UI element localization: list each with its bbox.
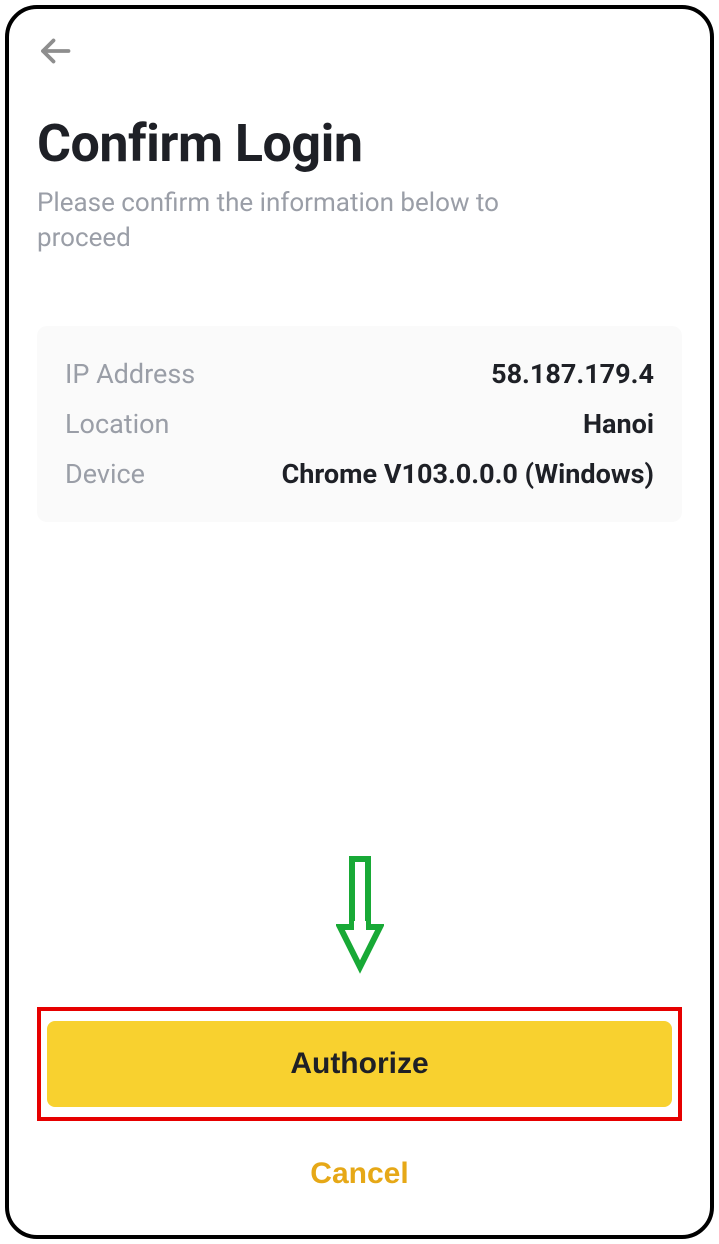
page-subtitle: Please confirm the information below to …: [37, 186, 597, 256]
location-label: Location: [65, 408, 169, 440]
authorize-highlight-box: Authorize: [37, 1007, 682, 1121]
app-frame: Confirm Login Please confirm the informa…: [5, 5, 714, 1239]
ip-label: IP Address: [65, 358, 195, 390]
page-title: Confirm Login: [37, 113, 682, 174]
authorize-button[interactable]: Authorize: [47, 1021, 672, 1107]
location-value: Hanoi: [583, 408, 654, 440]
arrow-left-icon: [37, 33, 73, 73]
device-label: Device: [65, 458, 145, 490]
ip-value: 58.187.179.4: [491, 358, 654, 390]
info-row-ip: IP Address 58.187.179.4: [65, 358, 654, 390]
cancel-button[interactable]: Cancel: [37, 1149, 682, 1211]
device-value: Chrome V103.0.0.0 (Windows): [282, 458, 654, 490]
info-row-device: Device Chrome V103.0.0.0 (Windows): [65, 458, 654, 490]
info-row-location: Location Hanoi: [65, 408, 654, 440]
login-info-card: IP Address 58.187.179.4 Location Hanoi D…: [37, 326, 682, 522]
back-button[interactable]: [37, 33, 77, 73]
arrow-down-icon: [336, 855, 384, 979]
arrow-down-indicator: [37, 855, 682, 979]
